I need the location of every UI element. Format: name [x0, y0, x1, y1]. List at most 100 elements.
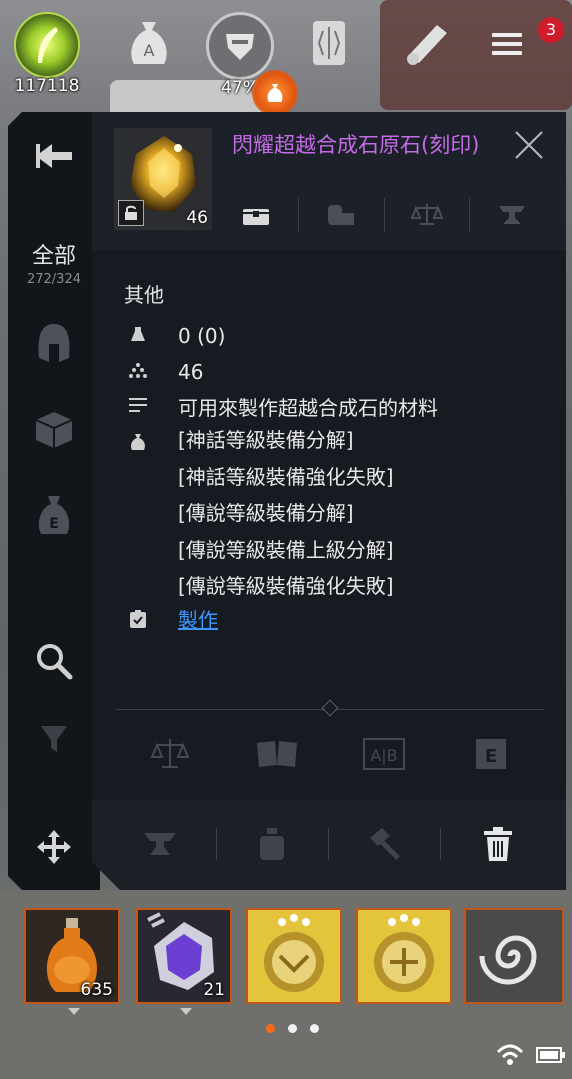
delete-button[interactable] — [470, 818, 526, 870]
slot-pointer — [180, 1008, 192, 1015]
compare-actions: A|B E — [116, 728, 544, 780]
scroll-icon — [298, 12, 360, 74]
tab-scale[interactable] — [384, 198, 469, 232]
weight-row: 0 (0) — [128, 318, 225, 354]
tab-mailbox[interactable] — [298, 198, 383, 232]
compare-book-button[interactable] — [223, 728, 330, 780]
notification-badge: 3 — [538, 17, 564, 43]
menu-button[interactable] — [492, 28, 522, 60]
source-item[interactable]: [神話等級裝備強化失敗] — [178, 459, 394, 496]
tab-anvil[interactable] — [469, 198, 554, 232]
helmet-filter-button[interactable] — [8, 322, 100, 364]
chest-icon — [241, 203, 271, 227]
scroll-button[interactable] — [298, 12, 360, 74]
inventory-sidebar: 全部 272/324 E — [8, 112, 100, 890]
anvil-icon — [142, 829, 178, 859]
page-dot-active[interactable] — [266, 1024, 275, 1033]
money-bag-e-filter-button[interactable]: E — [8, 494, 100, 538]
description-icon — [129, 397, 147, 413]
stack-icon — [129, 361, 147, 379]
back-button[interactable] — [8, 142, 100, 170]
energy-feather-icon — [14, 12, 80, 78]
quantity-row: 46 — [128, 354, 203, 390]
book-icon — [255, 737, 299, 771]
search-button[interactable] — [8, 642, 100, 680]
box-filter-button[interactable] — [8, 410, 100, 450]
close-icon — [514, 130, 544, 160]
hammer-action-button[interactable] — [356, 818, 412, 870]
clipboard-check-icon — [129, 609, 147, 629]
page-dot[interactable] — [288, 1024, 297, 1033]
svg-text:A|B: A|B — [370, 746, 397, 765]
source-row — [128, 426, 178, 462]
item-category: 其他 — [124, 283, 164, 307]
tab-storage[interactable] — [214, 198, 298, 232]
compare-ab-button[interactable]: A|B — [330, 728, 437, 780]
box-icon — [34, 410, 74, 450]
helmet-icon — [35, 322, 73, 364]
orange-bag-icon[interactable] — [252, 70, 298, 116]
gold-emblem-icon — [248, 910, 340, 1002]
craft-row: 製作 — [128, 602, 218, 638]
quick-slot-crystal[interactable]: 21 — [136, 908, 232, 1004]
weight-value: 0 (0) — [178, 324, 226, 348]
page-indicator[interactable] — [266, 1024, 319, 1033]
category-title[interactable]: 全部 — [8, 238, 100, 270]
potion-action-button[interactable] — [244, 818, 300, 870]
bottom-action-bar — [92, 800, 566, 890]
quick-slot-emblem-a[interactable] — [246, 908, 342, 1004]
menu-icon — [492, 33, 522, 55]
mailbox-icon — [324, 201, 358, 229]
back-arrow-icon — [34, 142, 74, 170]
filter-button[interactable] — [8, 724, 100, 754]
filter-icon — [39, 724, 69, 754]
compare-e-button[interactable]: E — [437, 728, 544, 780]
svg-text:E: E — [484, 746, 496, 767]
lock-icon[interactable] — [118, 200, 144, 226]
quantity-value: 46 — [178, 360, 204, 384]
description-row: 可用來製作超越合成石的材料 — [128, 390, 438, 426]
inventory-capacity: 272/324 — [26, 272, 81, 287]
slot-count: 635 — [80, 980, 113, 1000]
search-icon — [35, 642, 73, 680]
item-action-tabs — [214, 198, 554, 232]
move-icon — [35, 828, 73, 866]
anvil-icon — [497, 202, 527, 228]
source-item[interactable]: [傳說等級裝備上級分解] — [178, 532, 394, 569]
slot-pointer — [68, 1008, 80, 1015]
gold-emblem-icon — [358, 910, 450, 1002]
quick-slot-potion[interactable]: 635 — [24, 908, 120, 1004]
source-bag-icon — [129, 433, 147, 451]
close-button[interactable] — [514, 130, 544, 160]
quick-slot-emblem-b[interactable] — [356, 908, 452, 1004]
weight-icon — [129, 325, 147, 343]
source-list: [神話等級裝備分解] [神話等級裝備強化失敗] [傳說等級裝備分解] [傳說等級… — [178, 422, 394, 605]
money-bag-a-icon: A — [118, 12, 180, 74]
page-dot[interactable] — [310, 1024, 319, 1033]
money-bag-a-button[interactable]: A — [118, 12, 180, 74]
craft-link[interactable]: 製作 — [178, 608, 218, 632]
divider-ornament — [322, 700, 339, 717]
quick-slot-vortex[interactable] — [464, 908, 564, 1004]
item-name: 閃耀超越合成石原石(刻印) — [232, 133, 480, 157]
compare-scale-button[interactable] — [116, 728, 223, 780]
source-item[interactable]: [傳說等級裝備強化失敗] — [178, 568, 394, 605]
source-item[interactable]: [神話等級裝備分解] — [178, 422, 394, 459]
anvil-action-button[interactable] — [132, 818, 188, 870]
trash-icon — [483, 826, 513, 862]
armor-gauge-icon — [206, 12, 274, 80]
item-header: 46 閃耀超越合成石原石(刻印) — [92, 112, 566, 250]
item-detail-panel: 46 閃耀超越合成石原石(刻印) 其他 0 (0) 46 可用來製作超越合成石的… — [92, 112, 566, 890]
energy-hud[interactable]: 117118 — [14, 12, 80, 96]
energy-value: 117118 — [14, 76, 80, 96]
source-item[interactable]: [傳說等級裝備分解] — [178, 495, 394, 532]
scale-icon — [150, 737, 190, 771]
move-button[interactable] — [8, 828, 100, 866]
map-scroll-button[interactable] — [396, 12, 458, 74]
map-scroll-icon — [396, 12, 458, 74]
item-stack-count: 46 — [186, 208, 208, 228]
potion-icon — [257, 826, 287, 862]
item-thumbnail[interactable]: 46 — [114, 128, 212, 230]
description-text: 可用來製作超越合成石的材料 — [178, 396, 438, 420]
e-icon: E — [474, 737, 508, 771]
